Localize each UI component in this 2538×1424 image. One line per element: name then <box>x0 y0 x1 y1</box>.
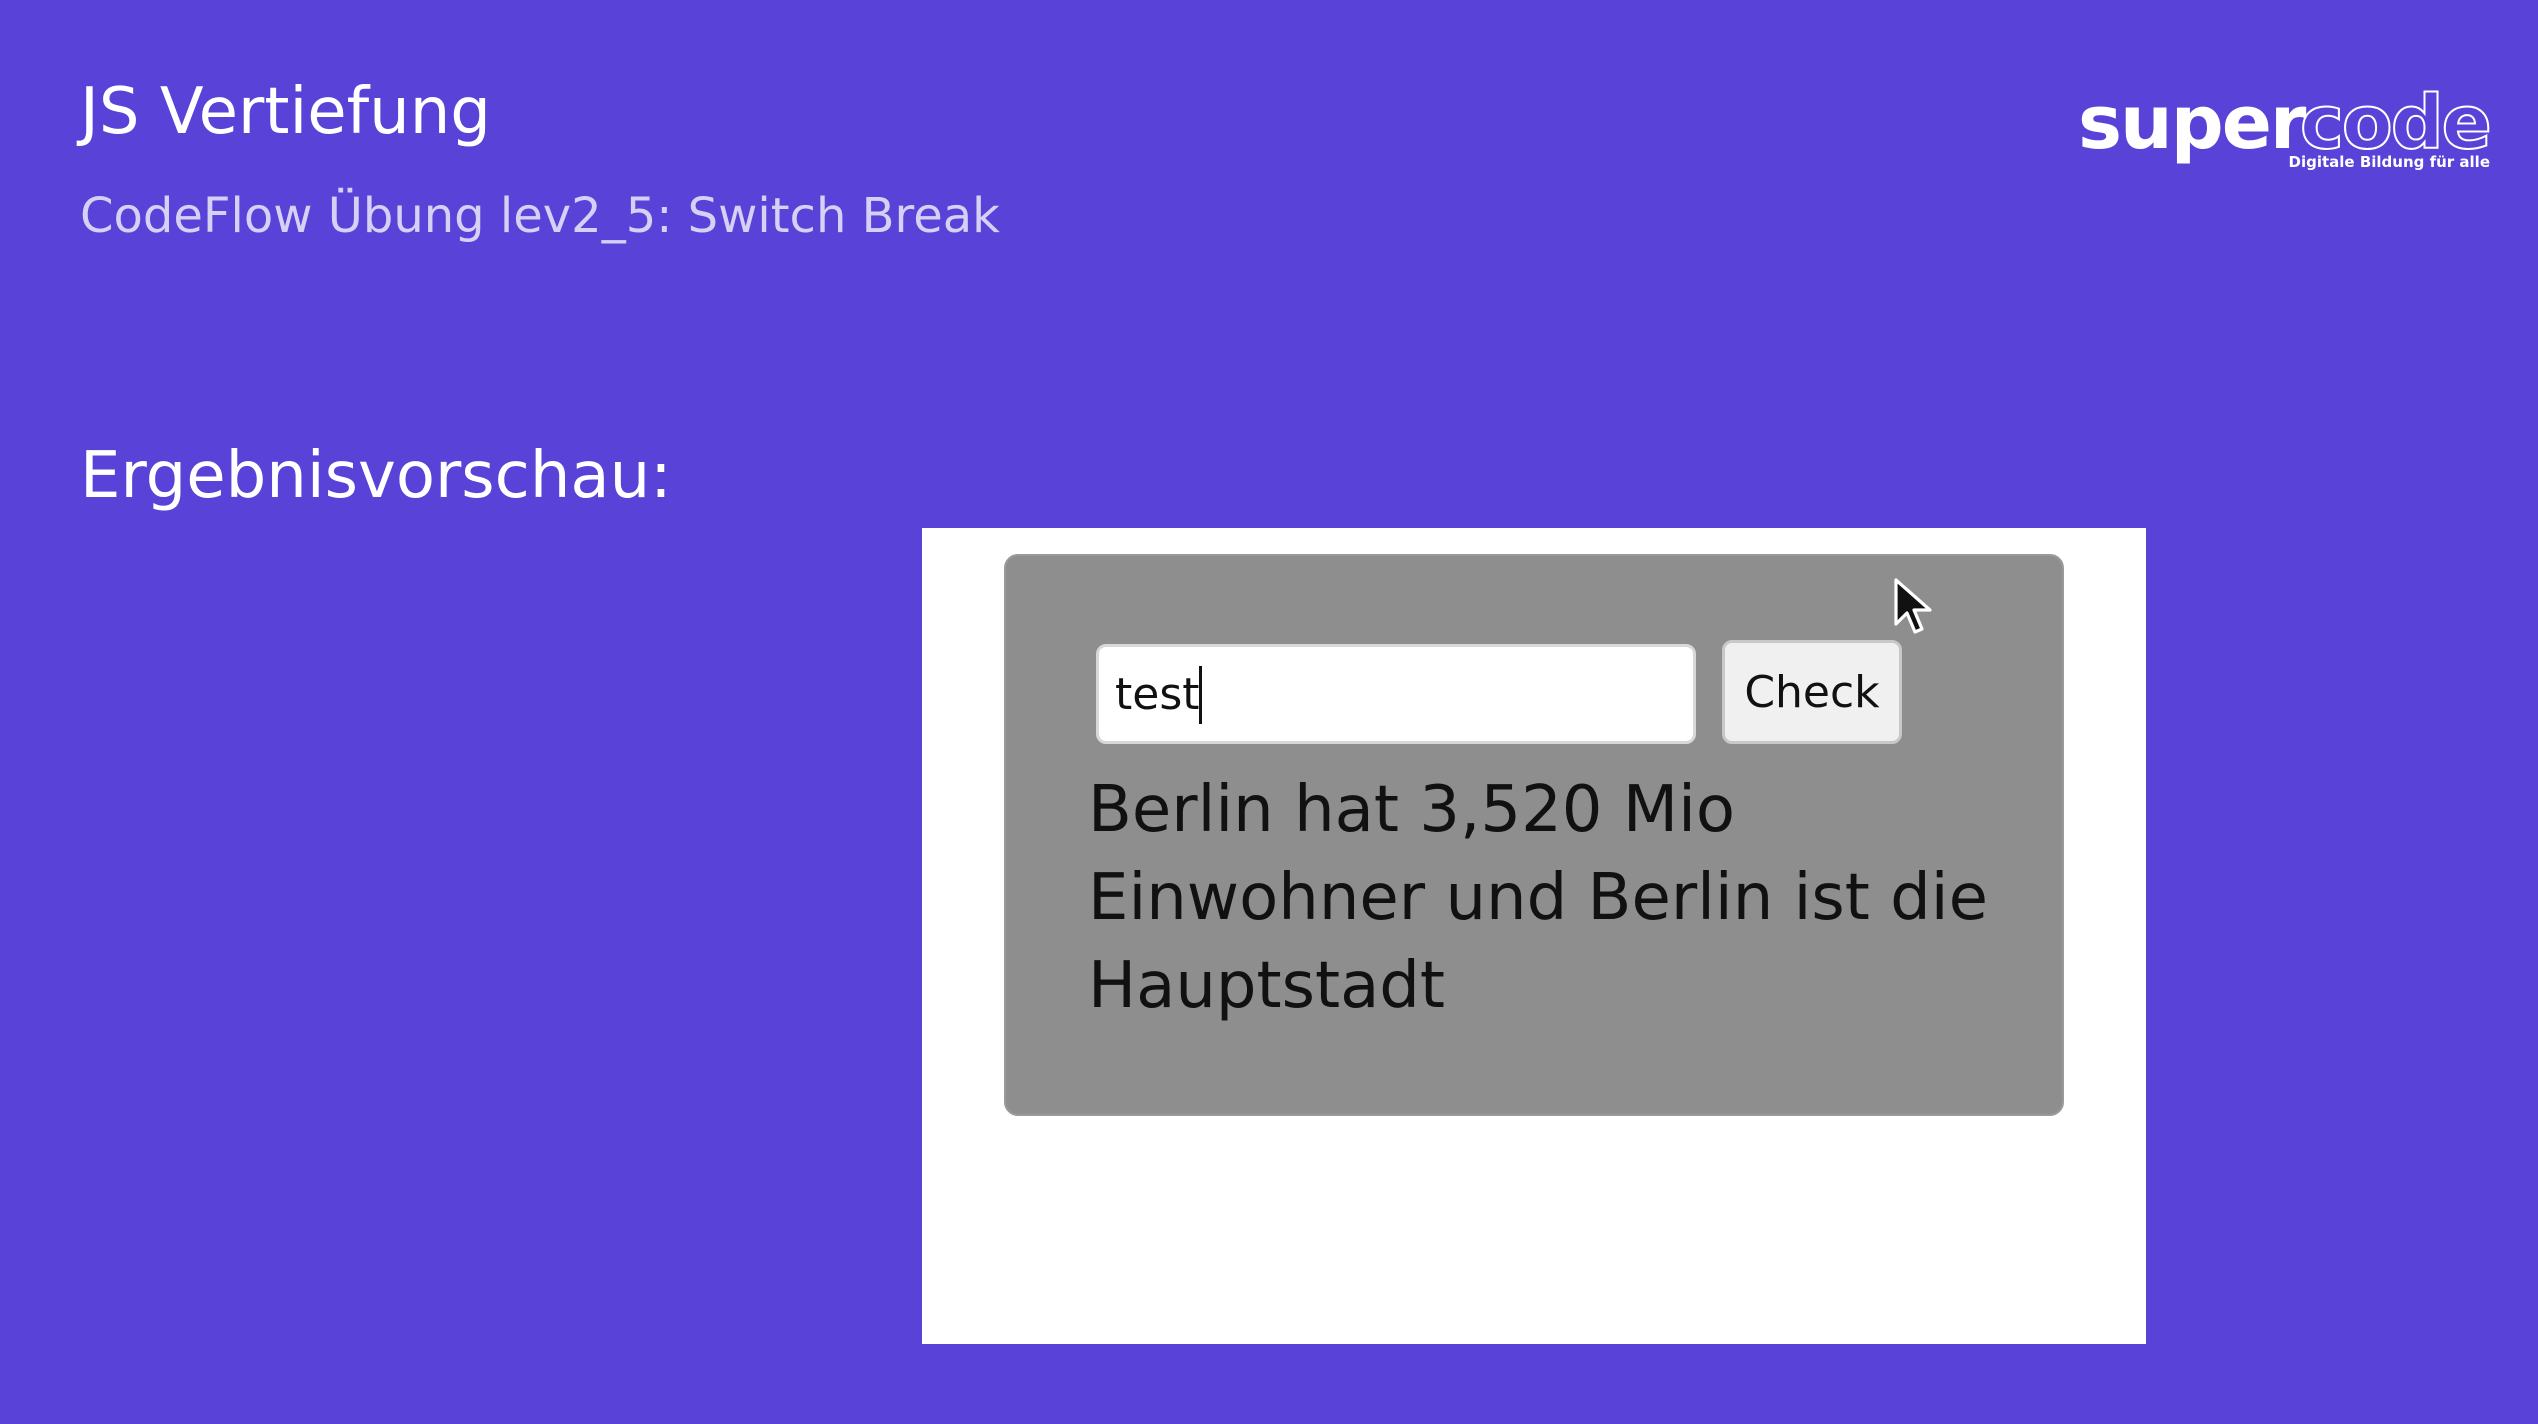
section-heading: Ergebnisvorschau: <box>80 439 672 513</box>
slide-subtitle: CodeFlow Übung lev2_5: Switch Break <box>80 188 1000 244</box>
preview-card: Check Berlin hat 3,520 Mio Einwohner und… <box>1004 554 2064 1116</box>
city-input[interactable] <box>1096 644 1696 744</box>
mouse-pointer-icon <box>1894 578 1932 634</box>
result-text: Berlin hat 3,520 Mio Einwohner und Berli… <box>1088 773 1988 1023</box>
check-button[interactable]: Check <box>1722 640 1902 744</box>
slide-title: JS Vertiefung <box>80 75 491 149</box>
logo-tagline: Digitale Bildung für alle <box>2288 153 2490 171</box>
text-caret <box>1199 666 1202 724</box>
result-preview-frame: Check Berlin hat 3,520 Mio Einwohner und… <box>922 528 2146 1344</box>
logo-wordmark-super: super <box>2078 80 2306 166</box>
supercode-logo: super code Digitale Bildung für alle <box>2078 78 2493 178</box>
